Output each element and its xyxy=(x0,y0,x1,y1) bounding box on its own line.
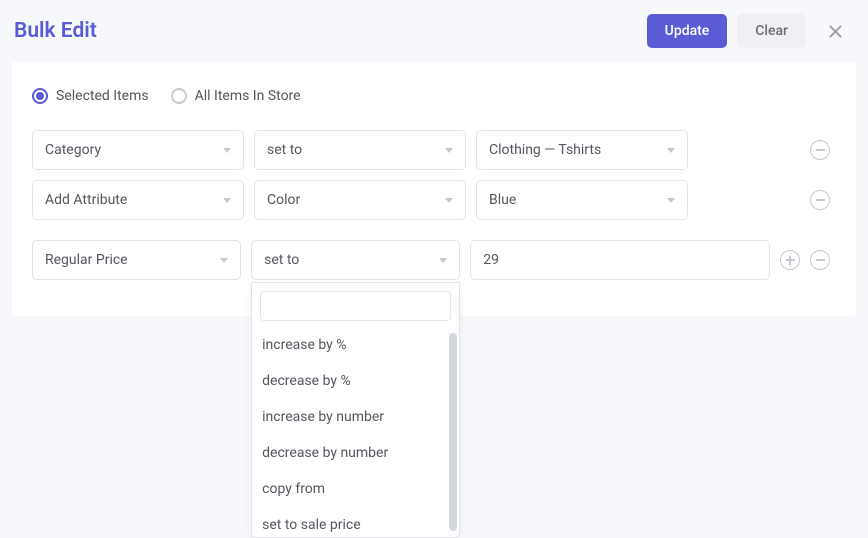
select-value: Blue xyxy=(489,192,516,208)
dropdown-option[interactable]: decrease by % xyxy=(252,363,459,399)
remove-row-button[interactable] xyxy=(810,140,830,160)
bulk-edit-panel: Selected Items All Items In Store Catego… xyxy=(12,62,856,316)
radio-icon xyxy=(171,88,187,104)
radio-icon xyxy=(32,88,48,104)
input-value: 29 xyxy=(483,252,499,268)
scrollbar[interactable] xyxy=(449,333,457,531)
operator-dropdown: increase by % decrease by % increase by … xyxy=(251,282,460,538)
scope-all-items[interactable]: All Items In Store xyxy=(171,88,301,104)
dropdown-list: increase by % decrease by % increase by … xyxy=(252,327,459,537)
dropdown-option[interactable]: decrease by number xyxy=(252,435,459,471)
field-select[interactable]: Regular Price xyxy=(32,240,241,280)
value-select[interactable]: Blue xyxy=(476,180,688,220)
chevron-down-icon xyxy=(439,258,447,263)
update-button[interactable]: Update xyxy=(647,14,728,48)
chevron-down-icon xyxy=(223,148,231,153)
page-title: Bulk Edit xyxy=(14,19,647,43)
rule-row: Add Attribute Color Blue xyxy=(32,180,836,220)
select-value: Color xyxy=(267,192,300,208)
chevron-down-icon xyxy=(223,198,231,203)
radio-label: Selected Items xyxy=(56,88,149,104)
operator-select[interactable]: set to increase by % decrease by % incre… xyxy=(251,240,460,280)
rule-row: Regular Price set to increase by % decre… xyxy=(32,240,836,280)
dropdown-option[interactable]: increase by % xyxy=(252,327,459,363)
radio-label: All Items In Store xyxy=(195,88,301,104)
dropdown-option[interactable]: copy from xyxy=(252,471,459,507)
select-value: Add Attribute xyxy=(45,192,127,208)
field-select[interactable]: Category xyxy=(32,130,244,170)
add-row-button[interactable] xyxy=(780,250,800,270)
chevron-down-icon xyxy=(220,258,228,263)
chevron-down-icon xyxy=(445,198,453,203)
row-actions xyxy=(810,140,836,160)
value-select[interactable]: Clothing — Tshirts xyxy=(476,130,688,170)
operator-select[interactable]: set to xyxy=(254,130,466,170)
rule-row: Category set to Clothing — Tshirts xyxy=(32,130,836,170)
select-value: Regular Price xyxy=(45,252,128,268)
value-input[interactable]: 29 xyxy=(470,240,770,280)
select-value: Clothing — Tshirts xyxy=(489,142,601,158)
scope-selected-items[interactable]: Selected Items xyxy=(32,88,149,104)
remove-row-button[interactable] xyxy=(810,250,830,270)
row-actions xyxy=(780,250,836,270)
clear-button[interactable]: Clear xyxy=(737,14,806,48)
select-value: set to xyxy=(267,142,302,158)
select-value: Category xyxy=(45,142,101,158)
chevron-down-icon xyxy=(445,148,453,153)
scope-radio-group: Selected Items All Items In Store xyxy=(32,88,836,104)
operator-select[interactable]: Color xyxy=(254,180,466,220)
dropdown-option[interactable]: set to sale price xyxy=(252,507,459,537)
remove-row-button[interactable] xyxy=(810,190,830,210)
chevron-down-icon xyxy=(667,148,675,153)
field-select[interactable]: Add Attribute xyxy=(32,180,244,220)
dropdown-search-input[interactable] xyxy=(260,291,451,321)
dropdown-option[interactable]: increase by number xyxy=(252,399,459,435)
row-actions xyxy=(810,190,836,210)
chevron-down-icon xyxy=(667,198,675,203)
select-value: set to xyxy=(264,252,299,268)
close-icon[interactable] xyxy=(820,16,850,46)
header: Bulk Edit Update Clear xyxy=(0,0,868,62)
